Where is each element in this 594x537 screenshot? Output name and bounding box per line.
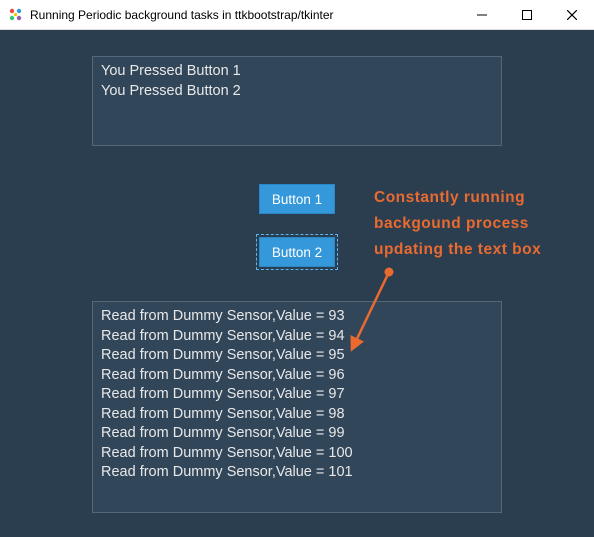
titlebar: Running Periodic background tasks in ttk… xyxy=(0,0,594,30)
close-button[interactable] xyxy=(549,0,594,30)
client-area: You Pressed Button 1 You Pressed Button … xyxy=(0,30,594,537)
window-controls xyxy=(459,0,594,29)
app-icon xyxy=(8,7,24,23)
maximize-button[interactable] xyxy=(504,0,549,30)
upper-textbox[interactable]: You Pressed Button 1 You Pressed Button … xyxy=(92,56,502,146)
annotation-label: Constantly running backgound process upd… xyxy=(374,185,584,263)
lower-textbox[interactable]: Read from Dummy Sensor,Value = 93 Read f… xyxy=(92,301,502,513)
button-1[interactable]: Button 1 xyxy=(259,184,335,214)
window-title: Running Periodic background tasks in ttk… xyxy=(30,8,459,22)
minimize-button[interactable] xyxy=(459,0,504,30)
button-2[interactable]: Button 2 xyxy=(259,237,335,267)
